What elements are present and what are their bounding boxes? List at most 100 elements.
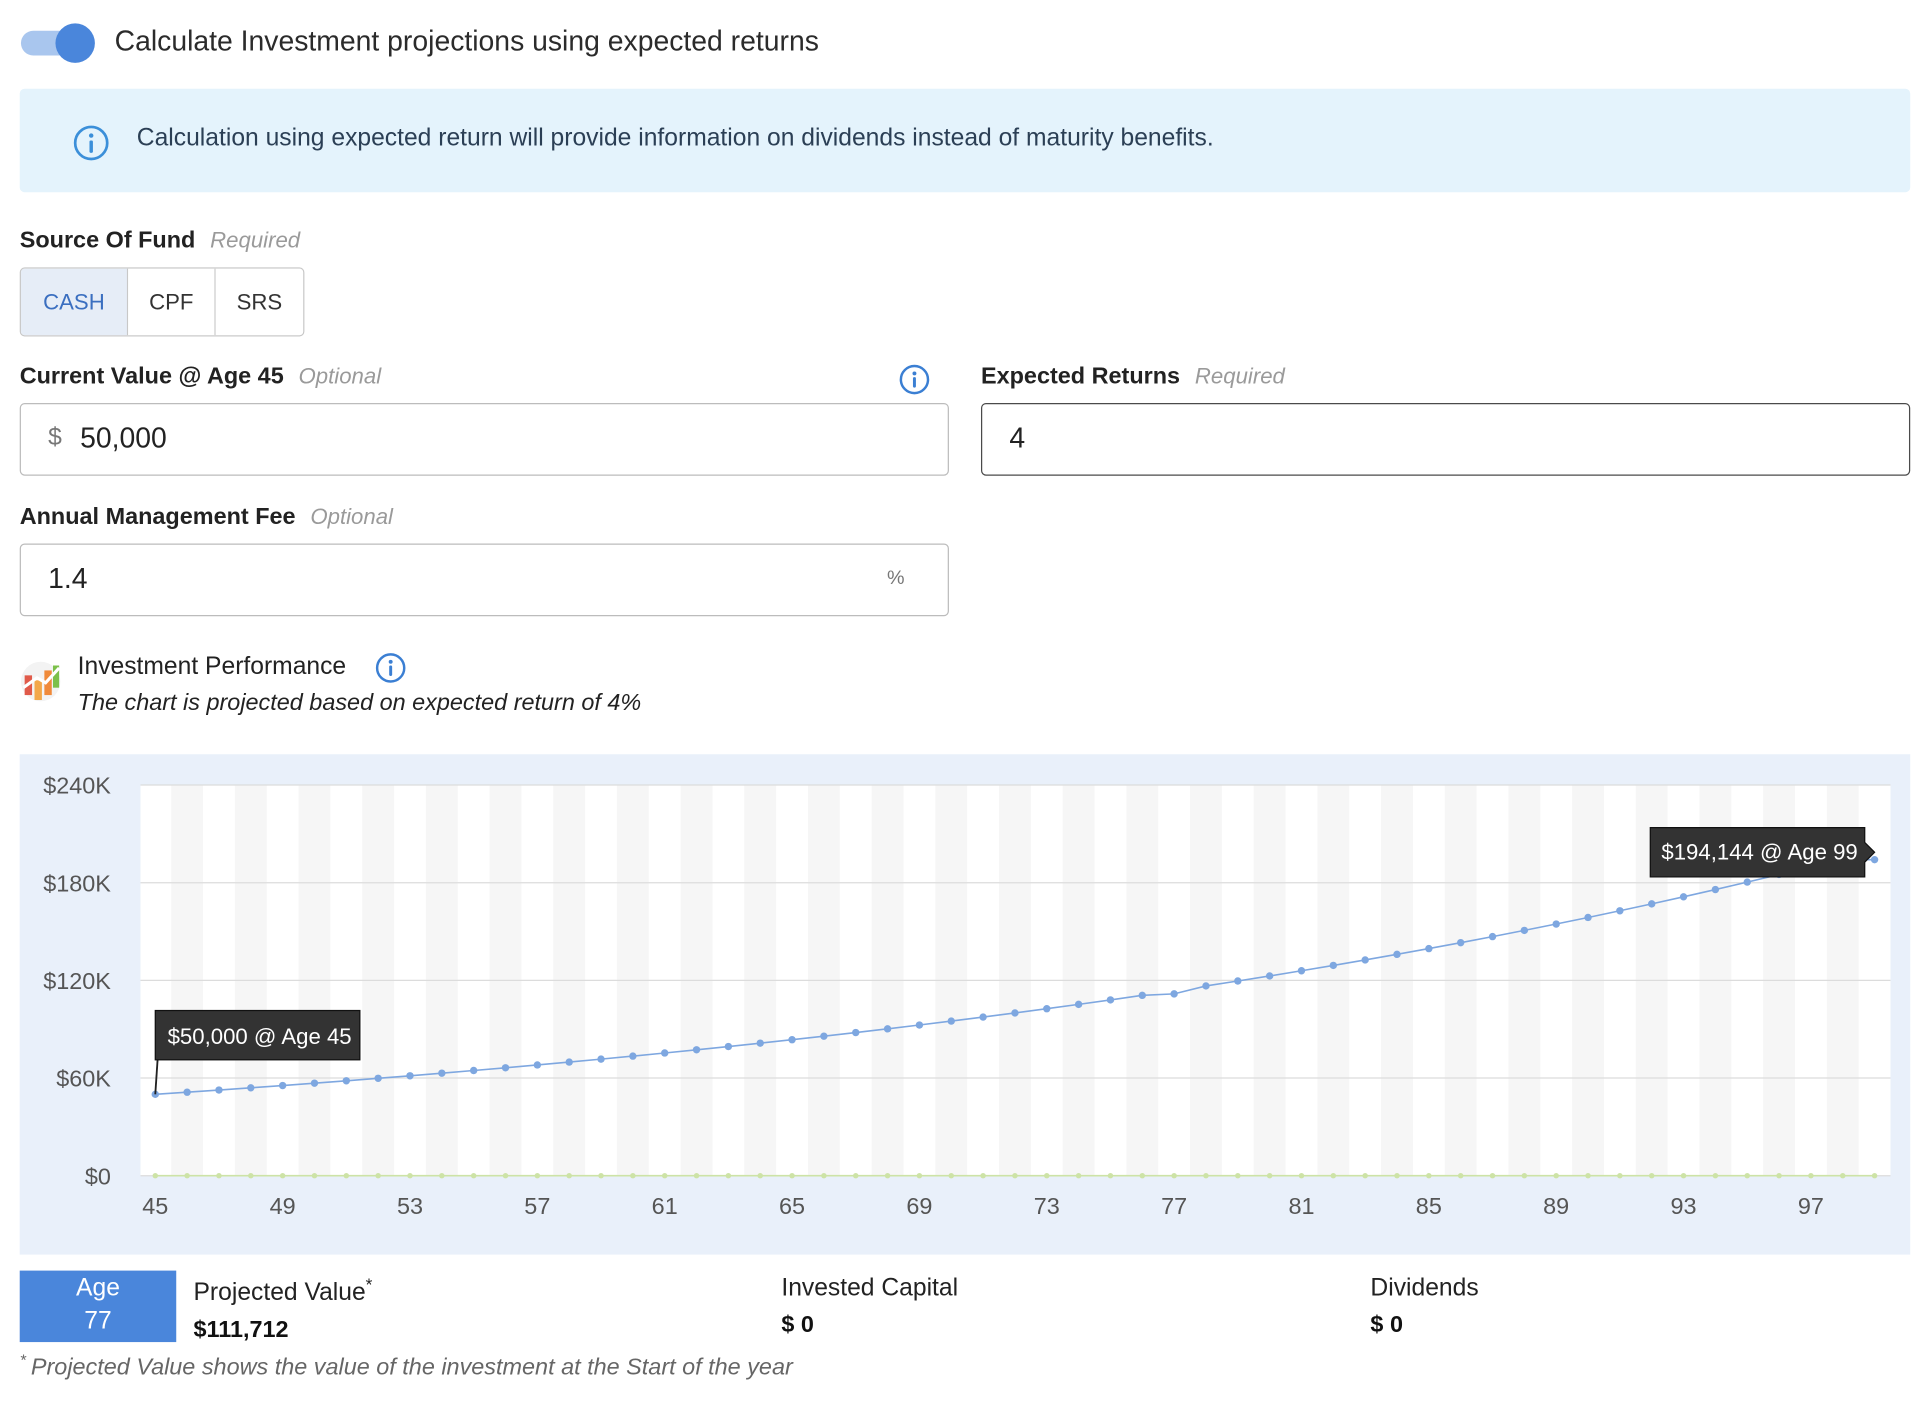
data-point <box>1808 1172 1814 1179</box>
annotation-label: $50,000 @ Age 45 <box>168 1024 352 1049</box>
data-point <box>852 1028 860 1037</box>
data-point <box>1712 1172 1719 1179</box>
data-point <box>1330 1172 1337 1179</box>
expected-returns-label: Expected Returns Required <box>981 364 1285 391</box>
data-point <box>1489 1172 1496 1179</box>
investment-form: Calculate Investment projections using e… <box>0 0 1930 1402</box>
data-point <box>1617 1172 1623 1179</box>
data-point <box>342 1077 351 1085</box>
performance-info-icon[interactable] <box>375 652 407 684</box>
data-point <box>1329 961 1338 970</box>
data-point <box>1234 977 1242 985</box>
data-point <box>1043 1005 1051 1013</box>
investment-chart[interactable]: $0 $60K $120K $180K $240K 45 49 53 57 61 65 69 73 77 8… <box>19 754 1911 1255</box>
data-point <box>1011 1009 1019 1017</box>
management-fee-title: Annual Management Fee <box>19 504 296 530</box>
expected-returns-input[interactable]: 4 <box>1009 421 1025 454</box>
y-tick-label: $120K <box>43 968 111 994</box>
chart-canvas: $0 $60K $120K $180K $240K 45 49 53 57 61 65 69 73 77 8… <box>43 773 1891 1219</box>
data-point <box>1456 938 1465 947</box>
projected-value-label: Projected Value* <box>193 1274 372 1307</box>
x-tick-label: 73 <box>1034 1193 1060 1219</box>
data-point <box>1203 1172 1209 1179</box>
data-point <box>470 1172 477 1179</box>
x-tick-label: 65 <box>779 1193 805 1219</box>
expected-returns-field[interactable]: 4 <box>980 402 1911 476</box>
source-of-fund-hint: Required <box>210 227 301 253</box>
data-point <box>724 1042 733 1051</box>
data-point <box>502 1172 509 1179</box>
currency-prefix: $ <box>48 423 62 452</box>
footnote-mark: * <box>19 1350 26 1370</box>
dividends-amount: $ 0 <box>1370 1312 1403 1339</box>
management-fee-field[interactable]: 1.4 % <box>19 543 949 617</box>
data-point <box>789 1172 795 1179</box>
data-point <box>883 1025 892 1033</box>
projected-value-stat: Projected Value* $111,712 <box>193 1274 372 1344</box>
dividends-label: Dividends <box>1370 1274 1479 1302</box>
dividends-stat: Dividends $ 0 <box>1370 1274 1478 1339</box>
management-fee-hint: Optional <box>310 504 393 529</box>
x-tick-label: 77 <box>1161 1193 1187 1219</box>
management-fee-input[interactable]: 1.4 <box>48 562 87 595</box>
data-point <box>565 1058 573 1066</box>
data-point <box>1044 1172 1050 1179</box>
x-tick-label: 57 <box>524 1193 550 1219</box>
data-point <box>183 1088 191 1096</box>
data-point <box>1711 885 1720 894</box>
footnote-text: Projected Value shows the value of the i… <box>30 1354 793 1381</box>
data-point <box>693 1172 700 1179</box>
data-point <box>1266 1172 1273 1179</box>
data-point <box>884 1172 891 1179</box>
current-value-info-icon[interactable] <box>898 364 930 396</box>
data-point <box>247 1084 255 1092</box>
data-point <box>1648 1172 1655 1179</box>
data-point <box>406 1072 414 1080</box>
expected-returns-toggle[interactable] <box>20 23 96 63</box>
data-point <box>1648 900 1656 908</box>
data-point <box>1107 1172 1114 1179</box>
x-tick-label: 53 <box>397 1193 423 1219</box>
data-point <box>948 1172 954 1179</box>
source-of-fund-label: Source Of Fund Required <box>20 228 300 255</box>
invested-capital-amount: $ 0 <box>781 1312 814 1339</box>
x-tick-label: 69 <box>906 1193 932 1219</box>
data-point <box>598 1172 604 1179</box>
data-point <box>1521 1172 1528 1179</box>
age-badge: Age 77 <box>19 1270 177 1343</box>
current-value-field[interactable]: $ 50,000 <box>19 402 949 476</box>
data-point <box>1394 1172 1400 1179</box>
data-point <box>1393 950 1401 959</box>
y-tick-label: $240K <box>43 773 111 799</box>
data-point <box>1679 893 1688 901</box>
toggle-knob <box>55 23 95 63</box>
data-point <box>947 1017 955 1025</box>
data-point <box>501 1064 510 1072</box>
data-point <box>788 1036 796 1044</box>
data-point <box>1138 991 1146 1000</box>
projected-value-title: Projected Value <box>193 1278 366 1306</box>
data-point <box>725 1172 732 1179</box>
data-point <box>1425 944 1433 953</box>
data-point <box>248 1172 254 1179</box>
data-point <box>407 1172 413 1179</box>
current-value-input[interactable]: 50,000 <box>80 421 167 454</box>
toggle-label: Calculate Investment projections using e… <box>114 24 819 57</box>
fund-option-cash[interactable]: CASH <box>20 268 129 336</box>
data-point <box>1744 1172 1750 1179</box>
annotation-label: $194,144 @ Age 99 <box>1661 840 1857 865</box>
data-point <box>821 1172 827 1179</box>
data-point <box>439 1172 445 1179</box>
performance-subtitle: The chart is projected based on expected… <box>77 690 642 717</box>
y-tick-label: $0 <box>85 1163 111 1189</box>
data-point <box>1457 1172 1464 1179</box>
data-point <box>980 1172 986 1179</box>
data-point <box>1171 1172 1177 1179</box>
data-point <box>1235 1172 1241 1179</box>
data-point <box>1139 1172 1145 1179</box>
fund-option-srs[interactable]: SRS <box>215 268 304 336</box>
expected-returns-hint: Required <box>1194 363 1285 389</box>
fund-option-cpf[interactable]: CPF <box>128 268 216 336</box>
data-point <box>375 1172 381 1179</box>
current-value-title: Current Value @ Age 45 <box>19 363 284 390</box>
